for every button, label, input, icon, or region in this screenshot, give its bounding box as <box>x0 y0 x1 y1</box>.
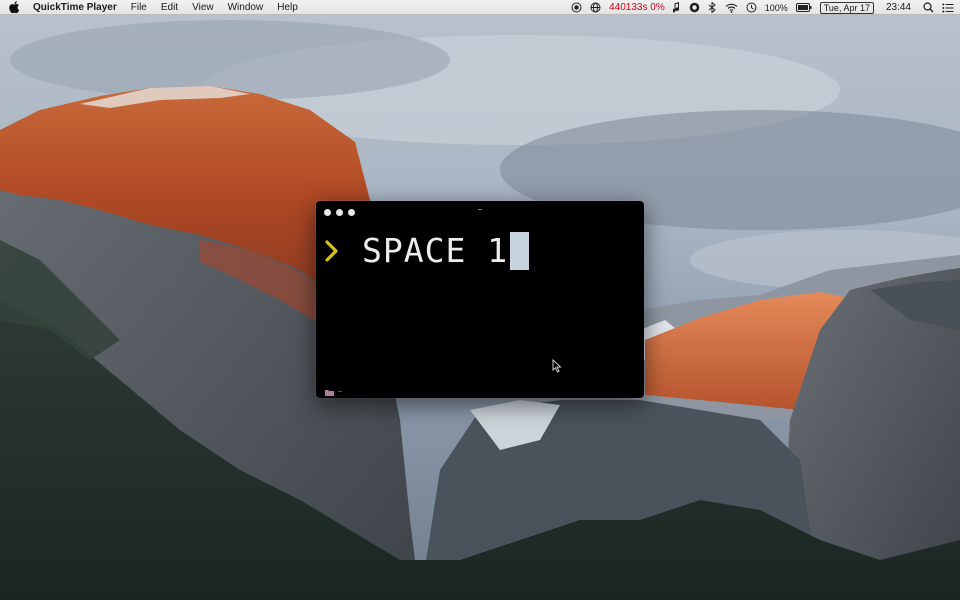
menu-window[interactable]: Window <box>228 2 264 13</box>
terminal-titlebar[interactable]: ~ <box>316 201 644 223</box>
menu-bar: QuickTime Player File Edit View Window H… <box>0 0 960 15</box>
text-cursor <box>510 232 530 270</box>
globe-icon[interactable] <box>590 0 601 15</box>
search-icon[interactable] <box>923 0 934 15</box>
mouse-pointer-icon <box>552 358 562 378</box>
terminal-status-line: ~ <box>325 383 342 398</box>
date-display[interactable]: Tue, Apr 17 <box>819 1 874 14</box>
prompt-line[interactable]: SPACE 1 <box>324 231 530 271</box>
prompt-chevron-icon <box>324 239 342 263</box>
menu-app-name[interactable]: QuickTime Player <box>33 2 117 13</box>
status-path: ~ <box>338 388 343 396</box>
menu-file[interactable]: File <box>131 2 147 13</box>
notification-list-icon[interactable] <box>942 0 954 15</box>
window-title: ~ <box>477 206 483 214</box>
record-icon[interactable] <box>571 0 582 15</box>
folder-icon <box>325 383 334 398</box>
clock-display[interactable]: 23:44 <box>886 2 911 13</box>
skype-icon[interactable] <box>689 0 700 15</box>
music-note-icon[interactable] <box>672 0 681 15</box>
wifi-icon[interactable] <box>725 0 738 15</box>
bluetooth-icon[interactable] <box>708 0 717 15</box>
terminal-window[interactable]: ~ SPACE 1 ~ <box>316 201 644 398</box>
time-machine-icon[interactable] <box>746 0 757 15</box>
menu-edit[interactable]: Edit <box>161 2 178 13</box>
menu-help[interactable]: Help <box>277 2 298 13</box>
apple-logo-icon[interactable] <box>9 1 23 13</box>
menu-view[interactable]: View <box>192 2 214 13</box>
status-counter[interactable]: 440133s 0% <box>609 2 665 13</box>
command-text: SPACE 1 <box>362 231 509 270</box>
battery-percent[interactable]: 100% <box>765 3 788 13</box>
battery-icon[interactable] <box>795 0 812 15</box>
